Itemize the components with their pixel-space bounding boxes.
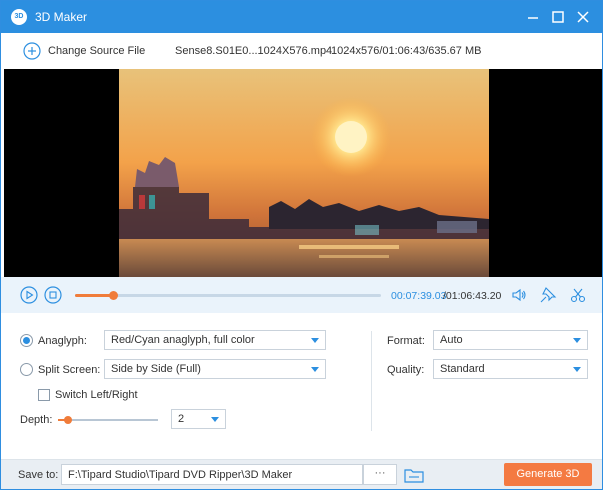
split-screen-label: Split Screen: (38, 364, 101, 376)
play-icon[interactable] (20, 286, 38, 304)
pin-icon[interactable] (539, 286, 557, 304)
app-window: 3D 3D Maker Change Source File Sense8.S0… (0, 0, 603, 490)
switch-left-right-label: Switch Left/Right (55, 389, 138, 401)
maximize-icon[interactable] (549, 8, 567, 26)
app-logo-icon: 3D (11, 9, 27, 25)
anaglyph-radio[interactable] (20, 334, 33, 347)
browse-button[interactable]: ··· (363, 464, 397, 485)
split-screen-radio[interactable] (20, 363, 33, 376)
current-time: 00:07:39.03 (391, 290, 447, 302)
quality-select-value: Standard (440, 363, 485, 375)
depth-slider[interactable] (58, 416, 158, 424)
save-path-field[interactable]: F:\Tipard Studio\Tipard DVD Ripper\3D Ma… (61, 464, 363, 485)
depth-select-value: 2 (178, 413, 185, 425)
video-preview (4, 69, 602, 277)
change-source-file-button[interactable]: Change Source File (48, 45, 145, 57)
depth-select[interactable]: 2 (171, 409, 226, 429)
title-bar: 3D 3D Maker (1, 1, 602, 33)
chevron-down-icon (211, 417, 219, 422)
source-toolbar: Change Source File Sense8.S01E0...1024X5… (1, 33, 602, 69)
cut-icon[interactable] (569, 286, 587, 304)
quality-label: Quality: (387, 364, 425, 376)
total-time: /01:06:43.20 (443, 290, 502, 302)
settings-divider (371, 331, 372, 431)
close-icon[interactable] (574, 8, 592, 26)
format-select[interactable]: Auto (433, 330, 588, 350)
window-title: 3D Maker (35, 10, 88, 24)
depth-label: Depth: (20, 414, 53, 426)
open-folder-icon[interactable] (403, 466, 425, 484)
stop-icon[interactable] (44, 286, 62, 304)
chevron-down-icon (311, 338, 319, 343)
depth-slider-thumb[interactable] (64, 416, 72, 424)
switch-left-right-checkbox[interactable] (38, 389, 50, 401)
volume-icon[interactable] (510, 286, 528, 304)
video-frame-image (119, 69, 489, 277)
timeline-progress (75, 294, 114, 297)
split-screen-select-value: Side by Side (Full) (111, 363, 201, 375)
format-label: Format: (387, 335, 425, 347)
minimize-icon[interactable] (524, 8, 542, 26)
anaglyph-label: Anaglyph: (38, 335, 87, 347)
add-file-icon[interactable] (23, 42, 41, 60)
quality-select[interactable]: Standard (433, 359, 588, 379)
chevron-down-icon (311, 367, 319, 372)
format-select-value: Auto (440, 334, 463, 346)
generate-3d-button[interactable]: Generate 3D (504, 463, 592, 486)
playback-timeline[interactable] (75, 291, 381, 300)
split-screen-select[interactable]: Side by Side (Full) (104, 359, 326, 379)
timeline-thumb[interactable] (109, 291, 119, 300)
anaglyph-select-value: Red/Cyan anaglyph, full color (111, 334, 255, 346)
playback-controls: 00:07:39.03 /01:06:43.20 (1, 277, 602, 313)
source-file-name: Sense8.S01E0...1024X576.mp4 (175, 45, 333, 57)
chevron-down-icon (573, 338, 581, 343)
save-to-label: Save to: (18, 469, 59, 481)
chevron-down-icon (573, 367, 581, 372)
source-file-info: 1024x576/01:06:43/635.67 MB (331, 45, 482, 57)
anaglyph-select[interactable]: Red/Cyan anaglyph, full color (104, 330, 326, 350)
save-bar: Save to: F:\Tipard Studio\Tipard DVD Rip… (1, 459, 602, 489)
3d-settings-panel: Anaglyph: Red/Cyan anaglyph, full color … (1, 313, 602, 453)
